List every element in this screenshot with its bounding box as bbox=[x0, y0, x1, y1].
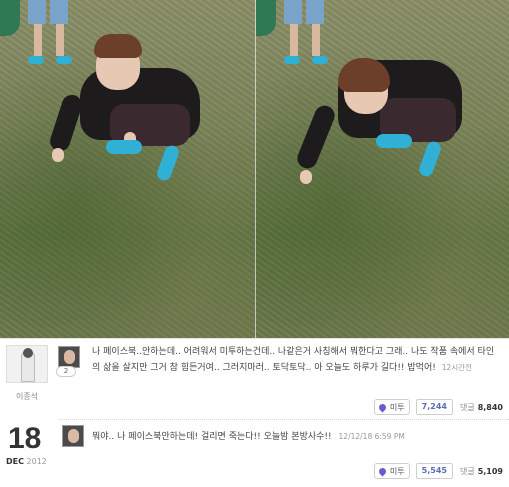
date-month-year: DEC 2012 bbox=[6, 457, 47, 466]
metoo-label: 미투 bbox=[389, 466, 405, 476]
reply-avatar[interactable] bbox=[62, 425, 84, 447]
post-divider bbox=[60, 419, 509, 420]
author-profile-photo[interactable] bbox=[6, 345, 48, 383]
post-actions: 미투 7,244 댓글 8,840 bbox=[373, 399, 503, 415]
reply-body: 뭐야.. 나 페이스북안하는데! 걸리면 죽는다!! 오늘밤 본방사수!! 12… bbox=[92, 429, 405, 442]
photo-left bbox=[0, 0, 255, 338]
photo-right bbox=[254, 0, 509, 338]
author-name[interactable]: 이종석 bbox=[6, 391, 48, 402]
crouching-person bbox=[47, 34, 210, 194]
crouching-person bbox=[293, 54, 476, 204]
reply-timestamp[interactable]: 12/12/18 6:59 PM bbox=[339, 432, 405, 441]
post-text: 나 페이스북..안하는데.. 어려워서 미투하는건데.. 나같은거 사칭해서 뭐… bbox=[92, 347, 495, 373]
reply-actions: 미투 5,545 댓글 5,109 bbox=[373, 463, 503, 479]
author-profile[interactable]: 이종석 bbox=[6, 345, 48, 402]
reply-count[interactable]: 8,840 bbox=[478, 403, 503, 412]
reply-metoo-button[interactable]: 미투 bbox=[373, 463, 410, 479]
reply-label[interactable]: 댓글 bbox=[460, 402, 475, 413]
post-body: 나 페이스북..안하는데.. 어려워서 미투하는건데.. 나같은거 사칭해서 뭐… bbox=[92, 345, 502, 376]
metoo-pin-icon bbox=[377, 402, 388, 412]
avatar-badge: 2 bbox=[56, 366, 76, 377]
reply-label[interactable]: 댓글 bbox=[460, 466, 475, 477]
jacket-corner bbox=[0, 0, 20, 36]
date-month: DEC bbox=[6, 457, 24, 466]
metoo-count[interactable]: 5,545 bbox=[415, 463, 453, 479]
metoo-label: 미투 bbox=[389, 402, 405, 412]
post-timestamp[interactable]: 12시간전 bbox=[442, 363, 472, 372]
date-year: 2012 bbox=[26, 457, 47, 466]
reply-count[interactable]: 5,109 bbox=[478, 467, 503, 476]
post-metoo-button[interactable]: 미투 bbox=[373, 399, 410, 415]
metoo-pin-icon bbox=[377, 466, 388, 476]
photo-strip bbox=[0, 0, 509, 338]
date-day: 18 bbox=[8, 422, 42, 455]
post-avatar[interactable] bbox=[58, 346, 80, 368]
metoo-count[interactable]: 7,244 bbox=[415, 399, 453, 415]
reply-text: 뭐야.. 나 페이스북안하는데! 걸리면 죽는다!! 오늘밤 본방사수!! bbox=[92, 432, 332, 442]
jacket-corner bbox=[255, 0, 276, 36]
